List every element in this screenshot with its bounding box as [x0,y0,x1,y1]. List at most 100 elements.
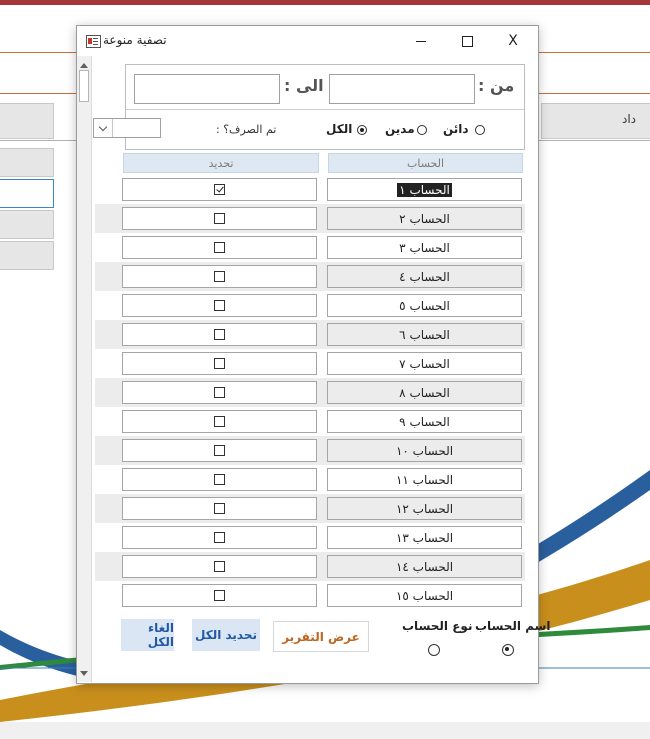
account-cell[interactable]: الحساب ١٥ [327,584,522,607]
account-type-radio[interactable] [428,644,440,656]
select-checkbox[interactable] [214,561,225,572]
paid-label: تم الصرف؟ : [216,123,277,136]
select-checkbox[interactable] [214,416,225,427]
select-checkbox[interactable] [214,590,225,601]
select-checkbox[interactable] [214,445,225,456]
account-cell[interactable]: الحساب ٤ [327,265,522,288]
account-cell[interactable]: الحساب ٢ [327,207,522,230]
select-checkbox[interactable] [214,242,225,253]
vertical-scrollbar[interactable] [77,56,92,682]
select-checkbox[interactable] [214,184,225,195]
table-row[interactable]: الحساب ٢ [95,204,525,233]
from-input[interactable] [329,74,475,104]
account-cell[interactable]: الحساب ١ [327,178,522,201]
account-cell[interactable]: الحساب ١٤ [327,555,522,578]
account-name-text: الحساب ١٤ [395,559,454,574]
minimize-icon [416,40,426,42]
credit-radio-label: دائن [443,122,469,136]
dialog-title: تصفية منوعة [103,33,167,47]
close-icon: X [508,33,518,49]
filter-panel: من : الى : دائن مدين الكل تم الصرف؟ : [125,64,525,150]
table-row[interactable]: الحساب ٦ [95,320,525,349]
select-cell [122,555,317,578]
paid-combobox[interactable] [93,118,161,138]
table-row[interactable]: الحساب ١٠ [95,436,525,465]
select-cell [122,323,317,346]
account-cell[interactable]: الحساب ٩ [327,410,522,433]
select-checkbox[interactable] [214,474,225,485]
select-cell [122,526,317,549]
table-row[interactable]: الحساب ٩ [95,407,525,436]
select-checkbox[interactable] [214,387,225,398]
scroll-down-icon[interactable] [80,671,88,676]
credit-radio[interactable] [475,125,485,135]
select-checkbox[interactable] [214,503,225,514]
account-name-text: الحساب ٤ [399,269,450,284]
select-checkbox[interactable] [214,213,225,224]
account-name-text: الحساب ٩ [399,414,450,429]
select-cell [122,497,317,520]
table-row[interactable]: الحساب ٧ [95,349,525,378]
select-cell [122,178,317,201]
select-checkbox[interactable] [214,532,225,543]
filter-dialog: تصفية منوعة X من : الى : دائن مدين الكل … [76,25,551,684]
account-cell[interactable]: الحساب ٨ [327,381,522,404]
account-name-text: الحساب ٨ [399,385,450,400]
account-cell[interactable]: الحساب ٦ [327,323,522,346]
select-cell [122,207,317,230]
account-cell[interactable]: الحساب ١٠ [327,439,522,462]
table-row[interactable]: الحساب ١ [95,175,525,204]
select-checkbox[interactable] [214,300,225,311]
account-name-label: اسم الحساب [475,619,551,633]
account-cell[interactable]: الحساب ١١ [327,468,522,491]
all-radio[interactable] [357,125,367,135]
minimize-button[interactable] [398,26,444,56]
dialog-titlebar[interactable]: تصفية منوعة X [77,26,538,56]
select-cell [122,236,317,259]
table-row[interactable]: الحساب ٨ [95,378,525,407]
select-cell [122,584,317,607]
maximize-button[interactable] [444,26,490,56]
select-cell [122,439,317,462]
table-row[interactable]: الحساب ٤ [95,262,525,291]
show-report-button[interactable]: عرض التقرير [273,621,369,652]
table-row[interactable]: الحساب ٥ [95,291,525,320]
account-name-text: الحساب ١٠ [395,443,454,458]
account-cell[interactable]: الحساب ٧ [327,352,522,375]
combo-dropdown-button[interactable] [94,119,113,137]
select-checkbox[interactable] [214,329,225,340]
scroll-up-icon[interactable] [80,63,88,68]
filter-divider [126,109,524,110]
account-name-radio[interactable] [502,644,514,656]
account-type-label: نوع الحساب [402,619,473,633]
select-checkbox[interactable] [214,271,225,282]
table-row[interactable]: الحساب ١٥ [95,581,525,610]
select-cell [122,265,317,288]
select-all-button[interactable]: تحديد الكل [192,619,260,651]
select-checkbox[interactable] [214,358,225,369]
account-column-header: الحساب [328,153,523,173]
to-input[interactable] [134,74,280,104]
account-cell[interactable]: الحساب ٥ [327,294,522,317]
scroll-thumb[interactable] [79,70,89,102]
account-name-text: الحساب ١٣ [395,530,454,545]
select-cell [122,381,317,404]
table-row[interactable]: الحساب ٣ [95,233,525,262]
chevron-down-icon [98,122,108,131]
account-cell[interactable]: الحساب ١٣ [327,526,522,549]
account-name-text: الحساب ١١ [395,472,454,487]
from-label: من : [478,76,515,95]
all-radio-label: الكل [326,122,353,136]
close-button[interactable]: X [490,26,536,56]
account-name-text: الحساب ٥ [399,298,450,313]
form-icon [86,35,101,48]
cancel-all-button[interactable]: الغاء الكل [121,619,174,651]
account-cell[interactable]: الحساب ١٢ [327,497,522,520]
table-row[interactable]: الحساب ١٣ [95,523,525,552]
table-row[interactable]: الحساب ١٤ [95,552,525,581]
account-cell[interactable]: الحساب ٣ [327,236,522,259]
debit-radio[interactable] [417,125,427,135]
table-row[interactable]: الحساب ١٢ [95,494,525,523]
select-column-header: تحديد [123,153,319,173]
table-row[interactable]: الحساب ١١ [95,465,525,494]
